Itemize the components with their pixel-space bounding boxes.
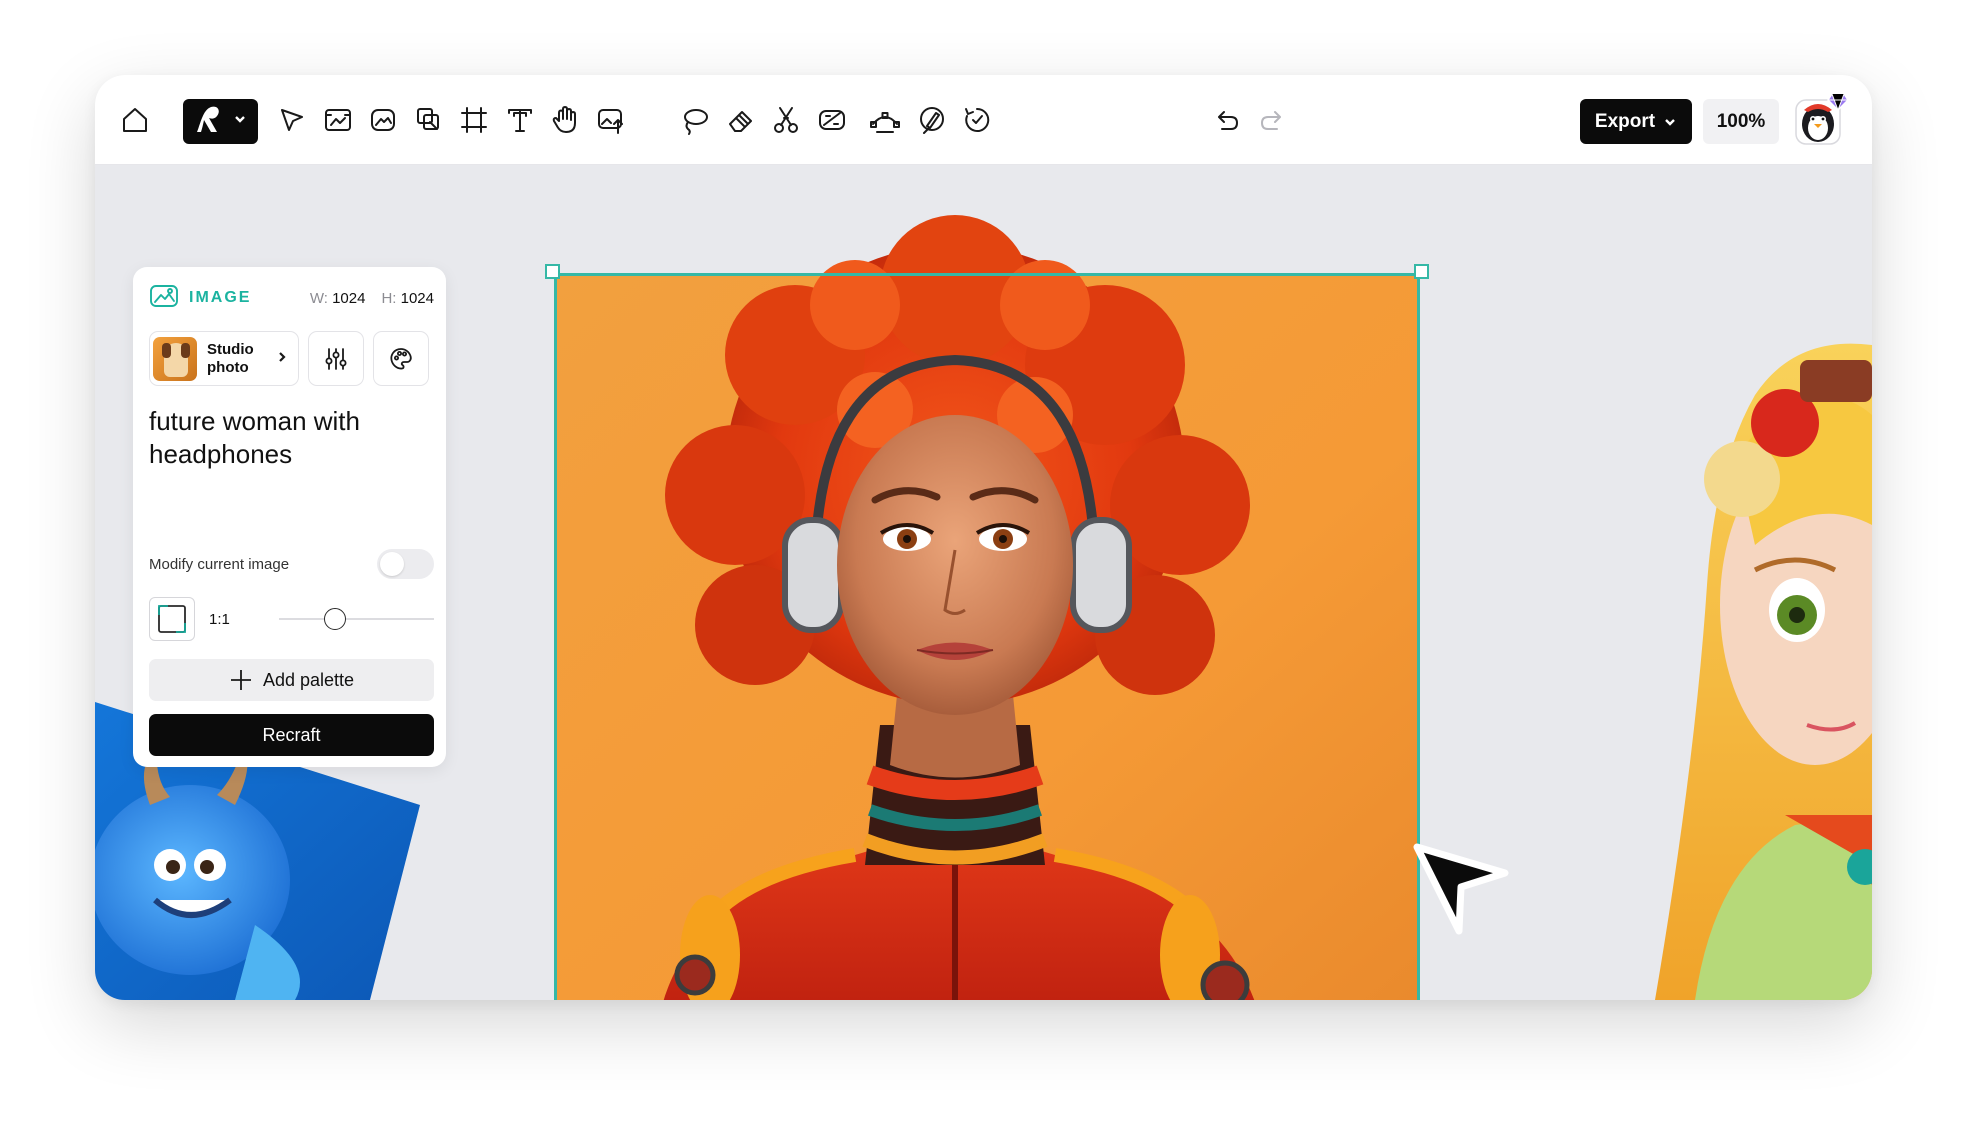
export-button[interactable]: Export bbox=[1580, 99, 1692, 144]
sliders-icon bbox=[325, 347, 347, 370]
vectorize-icon bbox=[870, 112, 900, 133]
eraser-icon bbox=[729, 111, 752, 132]
vectorize-tool[interactable] bbox=[865, 100, 905, 140]
upload-image-icon bbox=[598, 109, 623, 134]
aspect-ratio-row: 1:1 bbox=[149, 597, 434, 641]
panel-type-label: IMAGE bbox=[189, 289, 252, 306]
slider-track bbox=[279, 618, 434, 620]
panel-header: IMAGE W: 1024 H: 1024 bbox=[149, 283, 434, 313]
undo-icon bbox=[1218, 111, 1238, 130]
upload-image-tool[interactable] bbox=[591, 100, 631, 140]
lasso-icon bbox=[684, 109, 708, 135]
adjustments-button[interactable] bbox=[308, 331, 364, 386]
generate-image-tool[interactable] bbox=[363, 100, 403, 140]
canvas[interactable]: IMAGE W: 1024 H: 1024 Studio photo futur… bbox=[95, 165, 1872, 1000]
zoom-level-button[interactable]: 100% bbox=[1703, 99, 1779, 144]
dimensions: W: 1024 H: 1024 bbox=[310, 290, 434, 307]
resize-handle-top-left[interactable] bbox=[545, 264, 560, 279]
app-window: IMAGE W: 1024 H: 1024 Studio photo futur… bbox=[95, 75, 1872, 1000]
add-palette-label: Add palette bbox=[262, 669, 355, 690]
mockup-tool[interactable] bbox=[957, 100, 997, 140]
top-toolbar: Export 100% bbox=[95, 75, 1872, 165]
color-palette-button[interactable] bbox=[373, 331, 429, 386]
style-selector-button[interactable]: Studio photo bbox=[149, 331, 299, 386]
style-thumbnail bbox=[153, 336, 197, 381]
scissors-tool[interactable] bbox=[766, 100, 806, 140]
layers-tool[interactable] bbox=[409, 100, 449, 140]
image-properties-panel: IMAGE W: 1024 H: 1024 Studio photo futur… bbox=[133, 267, 446, 767]
aspect-ratio-slider[interactable] bbox=[279, 604, 434, 634]
aspect-ratio-icon bbox=[158, 605, 186, 633]
inpaint-icon bbox=[920, 107, 944, 134]
eraser-tool[interactable] bbox=[721, 100, 761, 140]
redo-icon bbox=[1261, 111, 1281, 130]
add-palette-button[interactable]: Add palette bbox=[149, 659, 434, 701]
slider-thumb[interactable] bbox=[324, 608, 347, 630]
prompt-text[interactable]: future woman with headphones bbox=[149, 405, 434, 471]
chevron-down-icon bbox=[1665, 118, 1675, 126]
resize-handle-top-right[interactable] bbox=[1414, 264, 1429, 279]
image-icon bbox=[149, 283, 179, 314]
aspect-ratio-value: 1:1 bbox=[209, 610, 230, 628]
plus-icon bbox=[230, 670, 251, 690]
select-tool[interactable] bbox=[272, 100, 312, 140]
style-name: Studio photo bbox=[207, 340, 254, 376]
chevron-right-icon bbox=[276, 350, 288, 368]
user-avatar[interactable] bbox=[1792, 92, 1849, 148]
image-selection[interactable] bbox=[545, 264, 1429, 1000]
style-row: Studio photo bbox=[149, 331, 434, 386]
hand-icon bbox=[552, 106, 576, 133]
mockup-icon bbox=[965, 107, 990, 132]
frame-icon bbox=[461, 107, 487, 133]
selection-border bbox=[554, 273, 1420, 1000]
chevron-down-icon bbox=[233, 112, 247, 131]
lasso-tool[interactable] bbox=[675, 100, 715, 140]
redo-button[interactable] bbox=[1252, 100, 1292, 140]
image-frame-icon bbox=[325, 109, 351, 131]
image-frame-tool[interactable] bbox=[318, 100, 358, 140]
aspect-ratio-button[interactable] bbox=[149, 597, 195, 641]
width-key: W: bbox=[309, 289, 328, 307]
image-generate-icon bbox=[371, 109, 395, 131]
recraft-label: Recraft bbox=[262, 724, 321, 745]
layers-icon bbox=[417, 108, 439, 130]
modify-toggle[interactable] bbox=[377, 549, 434, 579]
text-tool[interactable] bbox=[500, 100, 540, 140]
toggle-knob bbox=[380, 552, 404, 576]
remove-background-tool[interactable] bbox=[812, 100, 852, 140]
palette-icon bbox=[390, 347, 412, 369]
pointer-icon bbox=[281, 109, 303, 131]
remove-background-icon bbox=[819, 110, 845, 130]
home-icon bbox=[123, 108, 147, 132]
export-label: Export bbox=[1594, 110, 1656, 132]
frame-tool[interactable] bbox=[454, 100, 494, 140]
brand-menu-button[interactable] bbox=[183, 99, 258, 144]
zoom-label: 100% bbox=[1716, 110, 1766, 132]
modify-row: Modify current image bbox=[149, 549, 434, 579]
height-key: H: bbox=[381, 289, 397, 307]
height-value[interactable]: 1024 bbox=[401, 290, 434, 307]
width-value[interactable]: 1024 bbox=[332, 290, 365, 307]
undo-button[interactable] bbox=[1207, 100, 1247, 140]
recraft-button[interactable]: Recraft bbox=[149, 714, 434, 756]
modify-label: Modify current image bbox=[149, 555, 290, 573]
inpaint-tool[interactable] bbox=[912, 100, 952, 140]
home-button[interactable] bbox=[115, 100, 155, 140]
brand-logo-icon bbox=[191, 102, 225, 141]
cursor-arrow-icon bbox=[1413, 843, 1509, 935]
hand-tool[interactable] bbox=[545, 100, 585, 140]
text-icon bbox=[508, 109, 532, 132]
scissors-icon bbox=[774, 107, 798, 133]
penguin-avatar-icon bbox=[1795, 93, 1849, 145]
